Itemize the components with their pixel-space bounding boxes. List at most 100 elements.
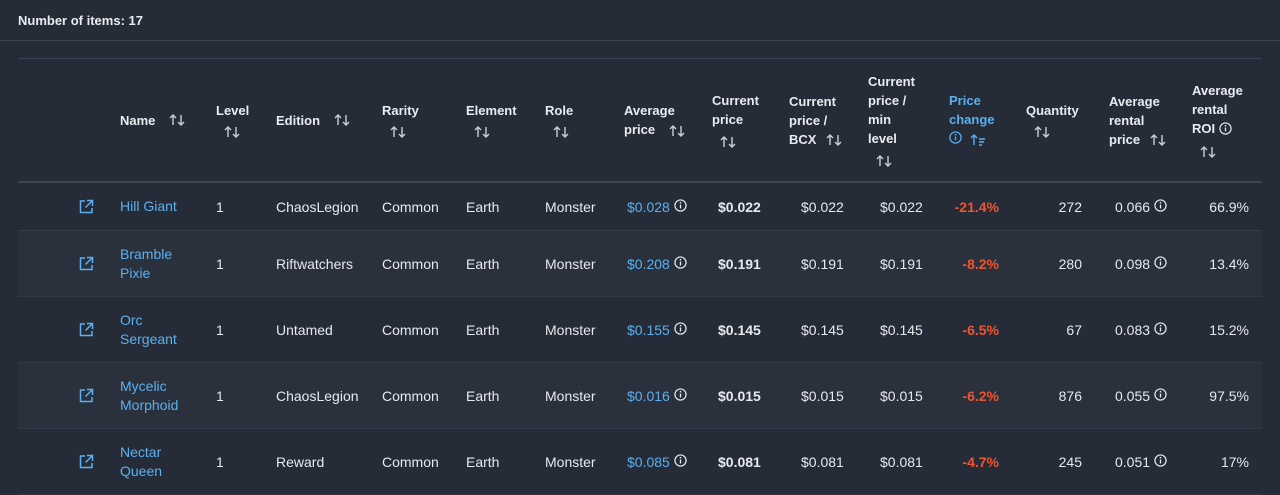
external-link-icon[interactable] bbox=[78, 183, 94, 230]
column-header-avg-rental[interactable]: Average rental price bbox=[1109, 59, 1166, 181]
avg-price-value: $0.016 bbox=[627, 387, 670, 404]
cell-cur-price: $0.015 bbox=[718, 387, 761, 404]
info-icon[interactable] bbox=[674, 198, 687, 215]
card-name-text: Nectar Queen bbox=[120, 443, 162, 481]
column-header-text: Current price / min level bbox=[868, 72, 915, 167]
info-icon[interactable] bbox=[949, 130, 962, 149]
sort-arrows-icon[interactable] bbox=[224, 125, 240, 139]
external-link-icon[interactable] bbox=[78, 231, 94, 296]
column-header-avg-roi[interactable]: Average rental ROI bbox=[1192, 59, 1243, 181]
cell-level: 1 bbox=[216, 453, 224, 470]
cell-role: Monster bbox=[545, 255, 596, 272]
external-link-icon[interactable] bbox=[78, 297, 94, 362]
info-icon[interactable] bbox=[1154, 255, 1167, 272]
column-header-line: change bbox=[949, 111, 995, 127]
column-header-price-change[interactable]: Price change bbox=[949, 59, 995, 181]
sort-arrows-icon[interactable] bbox=[169, 113, 185, 127]
avg-price-value: $0.208 bbox=[627, 255, 670, 272]
info-icon[interactable] bbox=[1154, 321, 1167, 338]
table-row: Orc Sergeant 1 Untamed Common Earth Monster $0.… bbox=[18, 297, 1262, 363]
cell-quantity: 272 bbox=[1058, 198, 1082, 215]
column-header-line: Average bbox=[1109, 93, 1160, 109]
card-name-link[interactable]: Bramble Pixie bbox=[120, 231, 172, 296]
info-icon[interactable] bbox=[1154, 453, 1167, 470]
column-header-text: Current price / BCX bbox=[789, 92, 842, 149]
external-link-icon[interactable] bbox=[78, 363, 94, 428]
sort-arrows-icon[interactable] bbox=[970, 133, 986, 147]
sort-arrows-icon[interactable] bbox=[669, 124, 685, 138]
table-body: Hill Giant 1 ChaosLegion Common Earth Monster… bbox=[18, 183, 1262, 495]
card-name-link[interactable]: Hill Giant bbox=[120, 183, 177, 230]
column-header-cur-bcx[interactable]: Current price / BCX bbox=[789, 59, 842, 181]
column-header-rarity[interactable]: Rarity bbox=[382, 59, 419, 181]
column-header-cur-min[interactable]: Current price / min level bbox=[868, 59, 915, 181]
card-name-line: Queen bbox=[120, 462, 163, 479]
info-icon[interactable] bbox=[674, 453, 687, 470]
cell-level: 1 bbox=[216, 321, 224, 338]
sort-arrows-icon[interactable] bbox=[334, 113, 350, 127]
cell-level: 1 bbox=[216, 255, 224, 272]
column-header-line: Current bbox=[789, 93, 836, 109]
cell-quantity: 876 bbox=[1058, 387, 1082, 404]
cell-cur-min: $0.081 bbox=[880, 453, 923, 470]
card-name-link[interactable]: Orc Sergeant bbox=[120, 297, 177, 362]
card-name-line: Bramble bbox=[120, 245, 173, 262]
sort-arrows-icon[interactable] bbox=[876, 154, 892, 168]
external-link-icon[interactable] bbox=[78, 429, 94, 494]
avg-rental-value: 0.055 bbox=[1115, 387, 1151, 404]
cell-element: Earth bbox=[466, 255, 500, 272]
cell-cur-price: $0.081 bbox=[718, 453, 761, 470]
column-header-text: Level bbox=[216, 101, 249, 139]
column-header-text: Current price bbox=[712, 91, 759, 148]
sort-arrows-icon[interactable] bbox=[553, 125, 569, 139]
sort-arrows-icon[interactable] bbox=[390, 125, 406, 139]
column-header-line: Price bbox=[949, 92, 981, 108]
cell-rarity: Common bbox=[382, 198, 439, 215]
column-header-name[interactable]: Name bbox=[120, 59, 185, 181]
column-header-line: Average bbox=[1192, 83, 1243, 99]
column-header-line: Quantity bbox=[1026, 102, 1079, 118]
sort-arrows-icon[interactable] bbox=[720, 135, 736, 149]
cell-avg-roi: 13.4% bbox=[1209, 255, 1249, 272]
sort-arrows-icon[interactable] bbox=[826, 133, 842, 147]
cell-avg-rental: 0.066 bbox=[1115, 183, 1167, 230]
column-header-edition[interactable]: Edition bbox=[276, 59, 350, 181]
info-icon[interactable] bbox=[1154, 198, 1167, 215]
cell-avg-rental: 0.098 bbox=[1115, 231, 1167, 296]
column-header-level[interactable]: Level bbox=[216, 59, 249, 181]
column-header-avg-price[interactable]: Average price bbox=[624, 59, 685, 181]
sort-arrows-icon[interactable] bbox=[1150, 133, 1166, 147]
sort-arrows-icon[interactable] bbox=[1200, 145, 1216, 159]
info-icon[interactable] bbox=[674, 255, 687, 272]
info-icon[interactable] bbox=[674, 387, 687, 404]
cell-rarity: Common bbox=[382, 255, 439, 272]
info-icon[interactable] bbox=[674, 321, 687, 338]
cell-edition: ChaosLegion bbox=[276, 387, 359, 404]
cell-avg-rental: 0.055 bbox=[1115, 363, 1167, 428]
info-icon[interactable] bbox=[1154, 387, 1167, 404]
column-header-role[interactable]: Role bbox=[545, 59, 573, 181]
cell-edition: ChaosLegion bbox=[276, 198, 359, 215]
column-header-line: Edition bbox=[276, 112, 321, 128]
table-row: Nectar Queen 1 Reward Common Earth Monster $0.0… bbox=[18, 429, 1262, 495]
sort-arrows-icon[interactable] bbox=[1034, 125, 1050, 139]
cell-level: 1 bbox=[216, 387, 224, 404]
column-header-element[interactable]: Element bbox=[466, 59, 517, 181]
column-header-line: Name bbox=[120, 112, 156, 128]
card-name-text: Mycelic Morphoid bbox=[120, 377, 178, 415]
cell-cur-min: $0.191 bbox=[880, 255, 923, 272]
cell-quantity: 245 bbox=[1058, 453, 1082, 470]
info-icon[interactable] bbox=[1219, 121, 1232, 140]
card-name-link[interactable]: Mycelic Morphoid bbox=[120, 363, 178, 428]
column-header-quantity[interactable]: Quantity bbox=[1026, 59, 1079, 181]
item-count: Number of items: 17 bbox=[18, 12, 143, 28]
card-name-line: Hill Giant bbox=[120, 198, 177, 214]
cell-avg-price: $0.085 bbox=[627, 429, 687, 494]
sort-arrows-icon[interactable] bbox=[474, 125, 490, 139]
table-row: Hill Giant 1 ChaosLegion Common Earth Monster… bbox=[18, 183, 1262, 231]
card-name-link[interactable]: Nectar Queen bbox=[120, 429, 162, 494]
column-header-cur-price[interactable]: Current price bbox=[712, 59, 759, 181]
avg-price-value: $0.085 bbox=[627, 453, 670, 470]
avg-price-value: $0.155 bbox=[627, 321, 670, 338]
items-table: Name Level Edition Rarity Element Role Average… bbox=[18, 58, 1262, 495]
